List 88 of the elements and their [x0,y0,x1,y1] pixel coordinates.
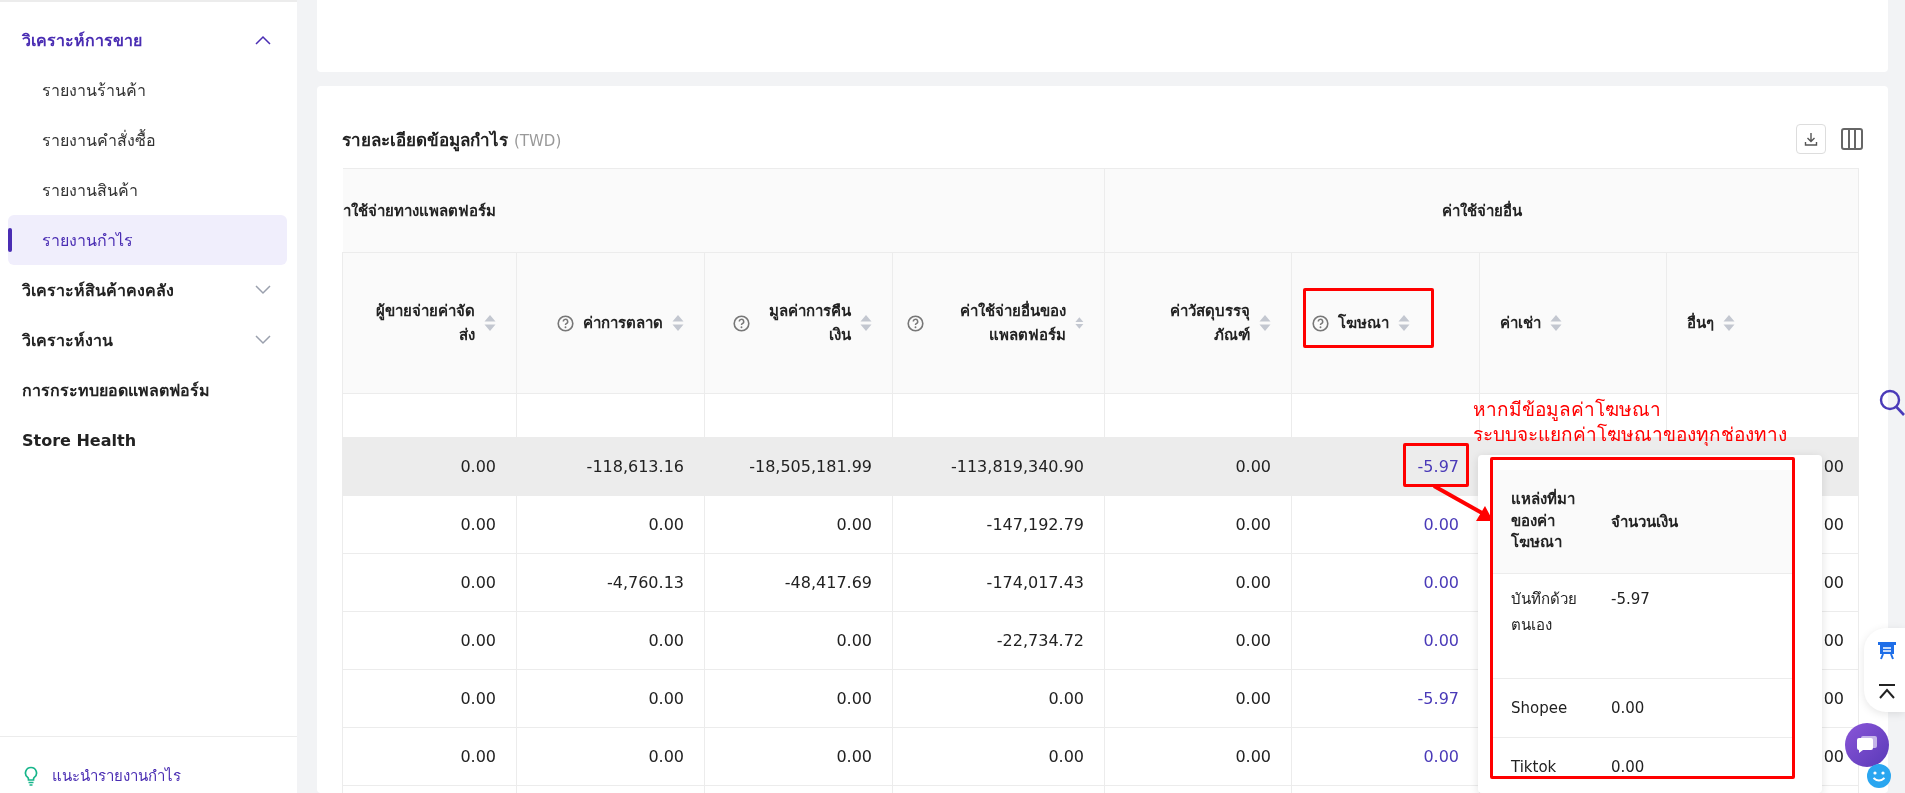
table-cell: 0.00 [648,515,684,534]
table-cell: 0.00 [460,631,496,650]
table-cell: 0.00 [648,689,684,708]
nav-group-item[interactable]: วิเคราะห์งาน [0,315,297,365]
column-header[interactable]: อื่นๆ [1666,252,1859,394]
lightbulb-icon [24,766,38,786]
table-cell: 00 [1823,747,1844,766]
table-cell: 0.00 [1235,515,1271,534]
column-header: จำนวนเงิน [1611,512,1678,531]
help-icon[interactable] [557,314,574,332]
help-icon[interactable] [733,314,750,332]
nav-group-item[interactable]: วิเคราะห์สินค้าคงคลัง [0,265,297,315]
search-icon[interactable] [1878,388,1905,416]
nav-item[interactable]: รายงานร้านค้า [8,65,287,115]
table-cell: 00 [1823,689,1844,708]
table-cell: 0.00 [648,747,684,766]
report-title: รายละเอียดข้อมูลกำไร [342,129,508,150]
table-cell: 00 [1823,573,1844,592]
table-cell: 0.00 [1048,747,1084,766]
amount-cell: 0.00 [1611,699,1645,717]
currency-label: (TWD) [514,131,562,150]
table-cell: 0.00 [836,631,872,650]
table-cell: 0.00 [460,515,496,534]
table-cell: -113,819,340.90 [951,457,1084,476]
nav-item[interactable]: รายงานคำสั่งซื้อ [8,115,287,165]
table-cell: 0.00 [460,457,496,476]
download-icon [1803,131,1819,147]
amount-cell: -5.97 [1611,590,1650,608]
tips-link[interactable]: แนะนำรายงานกำไร [24,764,181,788]
chevron-up-icon[interactable] [255,35,271,45]
ad-amount-link[interactable]: -5.97 [1417,457,1459,476]
table-cell: -147,192.79 [986,515,1084,534]
column-header[interactable]: โฆษณา [1291,252,1480,394]
table-cell: 00 [1823,457,1844,476]
help-icon[interactable] [907,314,924,332]
column-header[interactable]: ค่าใช้จ่ายอื่นของแพลตฟอร์ม [892,252,1105,394]
amount-cell: 0.00 [1611,758,1645,776]
nav-group-item[interactable]: วิเคราะห์การขาย [0,15,297,65]
ad-amount-link[interactable]: 0.00 [1423,631,1459,650]
source-cell: Tiktok [1511,758,1557,776]
table-cell: 0.00 [836,747,872,766]
table-cell: 0.00 [648,631,684,650]
chevron-down-icon[interactable] [255,335,271,345]
table-cell: 0.00 [836,689,872,708]
nav-item[interactable]: รายงานสินค้า [8,165,287,215]
help-icon[interactable] [1312,314,1329,332]
ad-amount-link[interactable]: 0.00 [1423,747,1459,766]
notice-board-icon[interactable] [1875,639,1898,661]
ad-amount-link[interactable]: -5.97 [1417,689,1459,708]
chat-icon [1856,735,1878,755]
nav-group-item[interactable]: การกระทบยอดแพลตฟอร์ม [0,365,297,415]
column-header[interactable]: มูลค่าการคืนเงิน [704,252,893,394]
table-cell: 0.00 [1235,457,1271,476]
table-cell: 00 [1823,631,1844,650]
table-cell: -18,505,181.99 [749,457,872,476]
ad-amount-link[interactable]: 0.00 [1423,573,1459,592]
table-cell: 0.00 [460,689,496,708]
table-cell: 0.00 [460,747,496,766]
nav-item[interactable]: รายงานกำไร [8,215,287,265]
table-cell: -22,734.72 [996,631,1084,650]
table-cell: 0.00 [836,515,872,534]
column-header[interactable]: ค่าเช่า [1479,252,1667,394]
column-group-header: าใช้จ่ายทางแพลตฟอร์ม [342,168,1105,253]
table-cell: 0.00 [1048,689,1084,708]
table-cell: 0.00 [460,573,496,592]
column-group-header: ค่าใช้จ่ายอื่น [1104,168,1859,253]
highlight-frame [1403,443,1469,487]
ad-amount-link[interactable]: 0.00 [1423,515,1459,534]
table-cell: 00 [1823,515,1844,534]
download-button[interactable] [1796,124,1826,154]
back-to-top-icon[interactable] [1876,683,1897,701]
column-header[interactable]: ค่าการตลาด [516,252,705,394]
source-cell: Shopee [1511,699,1568,717]
table-cell: -48,417.69 [784,573,872,592]
annotation-text: หากมีข้อมูลค่าโฆษณา [1473,397,1661,423]
columns-icon[interactable] [1840,127,1864,151]
column-header[interactable]: ค่าวัสดุบรรจุภัณฑ์ [1104,252,1292,394]
table-cell: 0.00 [1235,573,1271,592]
column-header[interactable]: ผู้ขายจ่ายค่าจัดส่ง [342,252,517,394]
table-cell: -174,017.43 [986,573,1084,592]
table-cell: 0.00 [1235,747,1271,766]
table-cell: 0.00 [1235,689,1271,708]
table-cell: -118,613.16 [586,457,684,476]
table-cell: 0.00 [1235,631,1271,650]
nav-group-item[interactable]: Store Health [0,415,297,465]
chevron-down-icon[interactable] [255,285,271,295]
smiley-icon[interactable] [1866,763,1892,789]
table-cell: -4,760.13 [606,573,684,592]
